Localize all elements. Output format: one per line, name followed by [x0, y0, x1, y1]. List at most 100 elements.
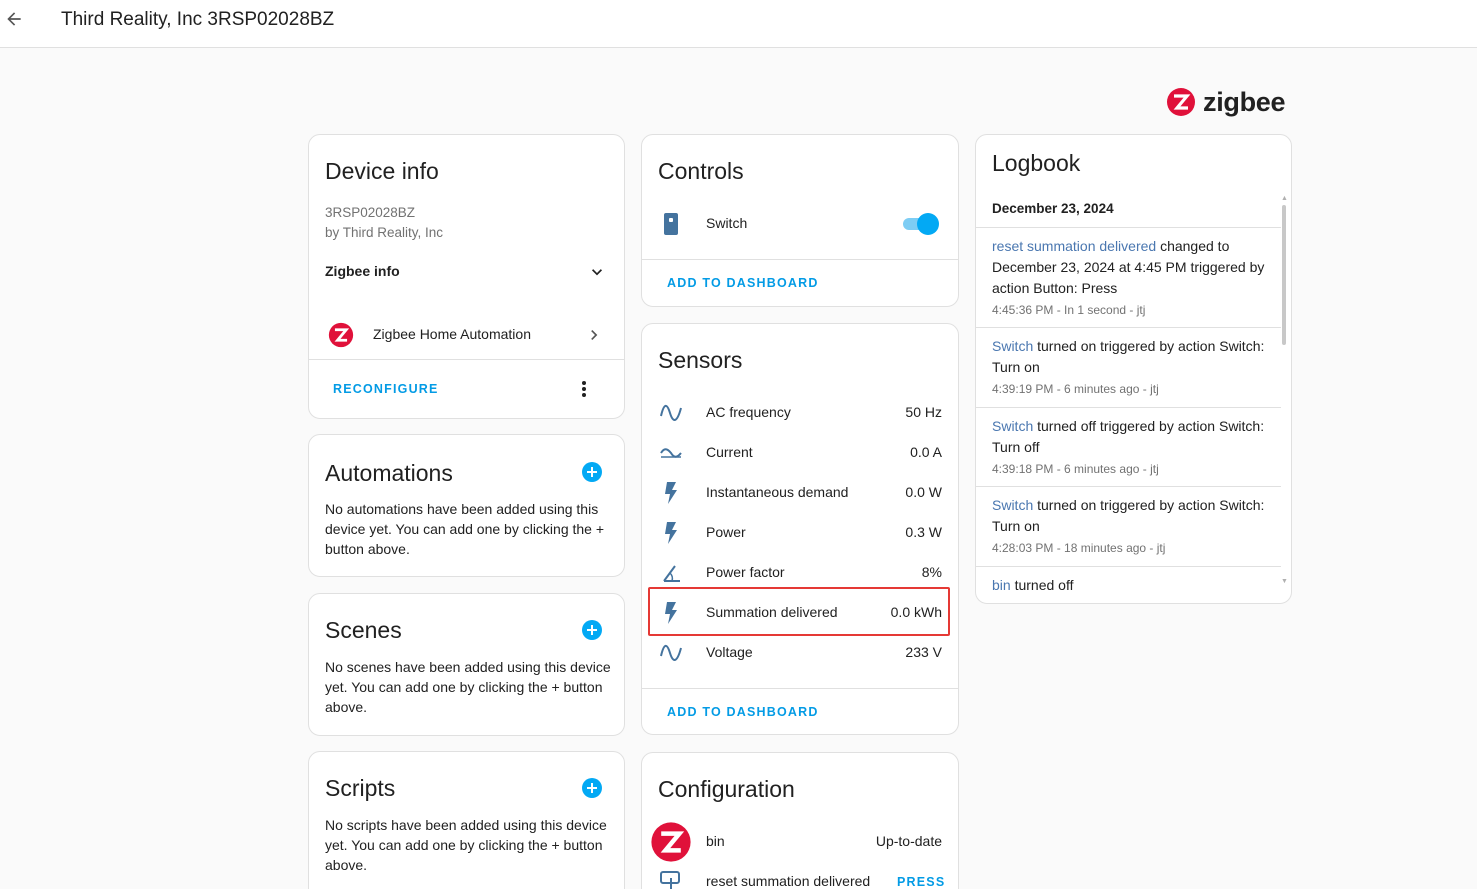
reconfigure-button[interactable]: RECONFIGURE: [333, 382, 439, 396]
device-info-title: Device info: [325, 158, 439, 184]
logbook-scrollbar[interactable]: [1282, 205, 1286, 345]
switch-toggle[interactable]: [901, 213, 939, 235]
logbook-entry: Switch turned on triggered by action Swi…: [976, 486, 1281, 558]
logbook-entity-link[interactable]: Switch: [992, 338, 1033, 354]
scenes-title: Scenes: [325, 617, 402, 643]
sensor-row-voltage[interactable]: Voltage 233 V: [642, 633, 958, 673]
logbook-entry: Switch turned off triggered by action Sw…: [976, 407, 1281, 479]
integration-row[interactable]: Zigbee Home Automation: [309, 315, 624, 355]
more-vert-icon[interactable]: [574, 378, 594, 400]
automations-card: Automations No automations have been add…: [308, 434, 625, 577]
scripts-empty-text: No scripts have been added using this de…: [325, 817, 607, 873]
flash-icon: [660, 522, 682, 544]
zigbee-info-label: Zigbee info: [325, 263, 400, 279]
top-app-bar: Third Reality, Inc 3RSP02028BZ: [0, 0, 1477, 48]
logbook-title: Logbook: [992, 150, 1081, 176]
configuration-title: Configuration: [658, 776, 795, 802]
controls-title: Controls: [658, 158, 744, 184]
logbook-entry: bin turned off: [976, 566, 1281, 596]
logbook-meta: 4:39:18 PM - 6 minutes ago - jtj: [992, 462, 1159, 476]
sensors-title: Sensors: [658, 347, 743, 373]
divider: [642, 259, 958, 260]
logbook-entity-link[interactable]: Switch: [992, 497, 1033, 513]
zigbee-logo-icon: [1167, 88, 1195, 116]
logbook-message: reset summation delivered changed to Dec…: [992, 238, 1265, 296]
sensor-row-instantaneous-demand[interactable]: Instantaneous demand 0.0 W: [642, 473, 958, 513]
angle-icon: [660, 562, 682, 584]
config-row-label[interactable]: bin: [706, 833, 725, 849]
sensor-value: 0.0 kWh: [890, 604, 942, 620]
back-arrow-icon[interactable]: [2, 7, 26, 31]
sensor-label: Power: [706, 524, 746, 540]
device-model: 3RSP02028BZ: [325, 205, 416, 220]
logbook-message: Switch turned on triggered by action Swi…: [992, 497, 1265, 534]
current-ac-icon: [660, 442, 682, 464]
sensors-card: Sensors AC frequency 50 Hz Current 0.0 A…: [641, 323, 959, 735]
sensor-row-current[interactable]: Current 0.0 A: [642, 433, 958, 473]
sensor-label: Power factor: [706, 564, 785, 580]
chevron-down-icon[interactable]: [587, 262, 607, 282]
zigbee-logo: zigbee: [1166, 85, 1286, 119]
logbook-list[interactable]: December 23, 2024 reset summation delive…: [976, 197, 1291, 602]
automations-empty-text: No automations have been added using thi…: [325, 501, 605, 557]
sine-wave-icon: [660, 402, 682, 424]
logbook-date: December 23, 2024: [992, 201, 1114, 216]
scripts-title: Scripts: [325, 775, 396, 801]
logbook-entity-link[interactable]: reset summation delivered: [992, 238, 1156, 254]
add-automation-button[interactable]: [582, 462, 602, 482]
sensor-label: Instantaneous demand: [706, 484, 849, 500]
logbook-message: Switch turned on triggered by action Swi…: [992, 338, 1265, 375]
sensor-value: 50 Hz: [905, 404, 942, 420]
integration-label: Zigbee Home Automation: [373, 326, 531, 342]
sensor-label: AC frequency: [706, 404, 791, 420]
automations-title: Automations: [325, 460, 453, 486]
config-row-value: Up-to-date: [875, 833, 942, 849]
flash-icon: [660, 482, 682, 504]
add-script-button[interactable]: [582, 778, 602, 798]
sensor-row-ac-frequency[interactable]: AC frequency 50 Hz: [642, 393, 958, 433]
zigbee-logo-text: zigbee: [1203, 86, 1286, 117]
sensor-value: 0.3 W: [905, 524, 942, 540]
logbook-card: Logbook December 23, 2024 reset summatio…: [975, 134, 1292, 604]
add-to-dashboard-button[interactable]: ADD TO DASHBOARD: [667, 276, 819, 290]
sine-wave-icon: [660, 642, 682, 664]
sensor-value: 8%: [921, 564, 942, 580]
device-info-card: Device info 3RSP02028BZ by Third Reality…: [308, 134, 625, 419]
switch-label[interactable]: Switch: [706, 215, 747, 231]
logbook-entry: reset summation delivered changed to Dec…: [976, 227, 1281, 320]
sensor-row-power-factor[interactable]: Power factor 8%: [642, 553, 958, 593]
flash-icon: [660, 602, 682, 624]
sensor-row-power[interactable]: Power 0.3 W: [642, 513, 958, 553]
divider: [642, 688, 958, 689]
scenes-card: Scenes No scenes have been added using t…: [308, 593, 625, 736]
power-socket-icon: [660, 213, 682, 235]
page-title: Third Reality, Inc 3RSP02028BZ: [61, 9, 335, 30]
logbook-meta: 4:28:03 PM - 18 minutes ago - jtj: [992, 541, 1166, 555]
config-row-label[interactable]: reset summation delivered: [706, 873, 870, 889]
logbook-entry: Switch turned on triggered by action Swi…: [976, 327, 1281, 399]
sensor-value: 0.0 A: [910, 444, 942, 460]
sensor-label: Voltage: [706, 644, 753, 660]
divider: [309, 359, 624, 360]
add-to-dashboard-button[interactable]: ADD TO DASHBOARD: [667, 705, 819, 719]
logbook-message: Switch turned off triggered by action Sw…: [992, 418, 1265, 455]
scenes-empty-text: No scenes have been added using this dev…: [325, 659, 611, 715]
scroll-up-icon[interactable]: ▲: [1281, 195, 1288, 202]
sensor-label: Summation delivered: [706, 604, 838, 620]
logbook-meta: 4:45:36 PM - In 1 second - jtj: [992, 303, 1146, 317]
logbook-entity-link[interactable]: bin: [992, 577, 1011, 593]
zigbee-firmware-icon: [651, 822, 691, 862]
logbook-meta: 4:39:19 PM - 6 minutes ago - jtj: [992, 382, 1159, 396]
sensor-row-summation-delivered[interactable]: Summation delivered 0.0 kWh: [642, 593, 958, 633]
controls-card: Controls Switch ADD TO DASHBOARD: [641, 134, 959, 307]
scroll-down-icon[interactable]: ▼: [1281, 578, 1288, 585]
sensor-value: 0.0 W: [905, 484, 942, 500]
scripts-card: Scripts No scripts have been added using…: [308, 751, 625, 889]
logbook-entity-link[interactable]: Switch: [992, 418, 1033, 434]
press-button[interactable]: PRESS: [897, 875, 945, 889]
add-scene-button[interactable]: [582, 620, 602, 640]
device-manufacturer: by Third Reality, Inc: [325, 225, 444, 240]
chevron-right-icon: [591, 330, 598, 340]
sensor-label: Current: [706, 444, 753, 460]
sensor-value: 233 V: [905, 644, 942, 660]
